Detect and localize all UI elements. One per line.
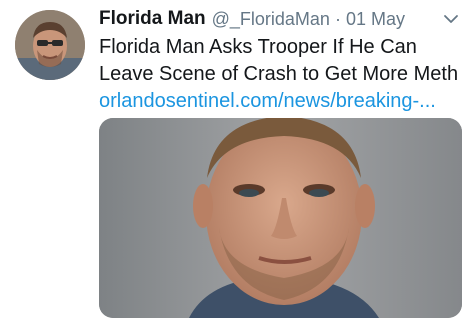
tweet-date[interactable]: 01 May — [346, 9, 405, 30]
avatar[interactable] — [15, 10, 85, 80]
tweet-media-image[interactable] — [99, 118, 462, 318]
display-name[interactable]: Florida Man — [99, 8, 206, 30]
tweet-header: Florida Man @_FloridaMan · 01 May — [99, 6, 462, 32]
chevron-down-icon[interactable] — [442, 10, 460, 28]
user-handle[interactable]: @_FloridaMan — [212, 9, 330, 30]
tweet-text: Florida Man Asks Trooper If He Can Leave… — [99, 36, 459, 85]
avatar-photo — [15, 10, 85, 80]
separator-dot: · — [334, 8, 341, 29]
tweet[interactable]: Florida Man @_FloridaMan · 01 May Florid… — [0, 0, 474, 323]
tweet-link[interactable]: orlandosentinel.com/news/breaking-... — [99, 88, 462, 115]
mugshot-photo — [99, 118, 462, 318]
tweet-body: Florida Man @_FloridaMan · 01 May Florid… — [99, 6, 462, 115]
